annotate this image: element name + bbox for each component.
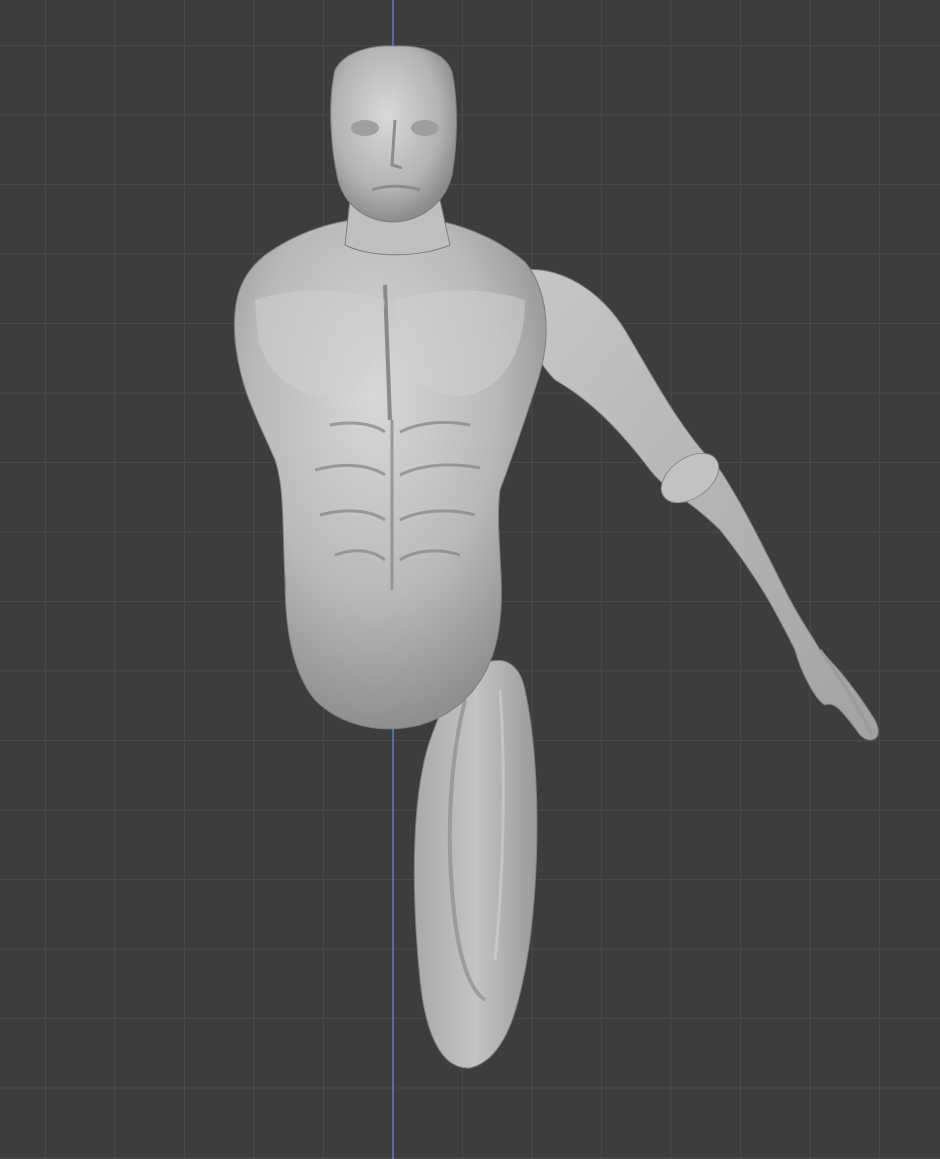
leg-mesh bbox=[413, 660, 538, 1069]
3d-viewport[interactable] bbox=[0, 0, 940, 1159]
arm-mesh bbox=[518, 268, 879, 741]
sculpted-figure-mesh[interactable] bbox=[0, 0, 940, 1159]
